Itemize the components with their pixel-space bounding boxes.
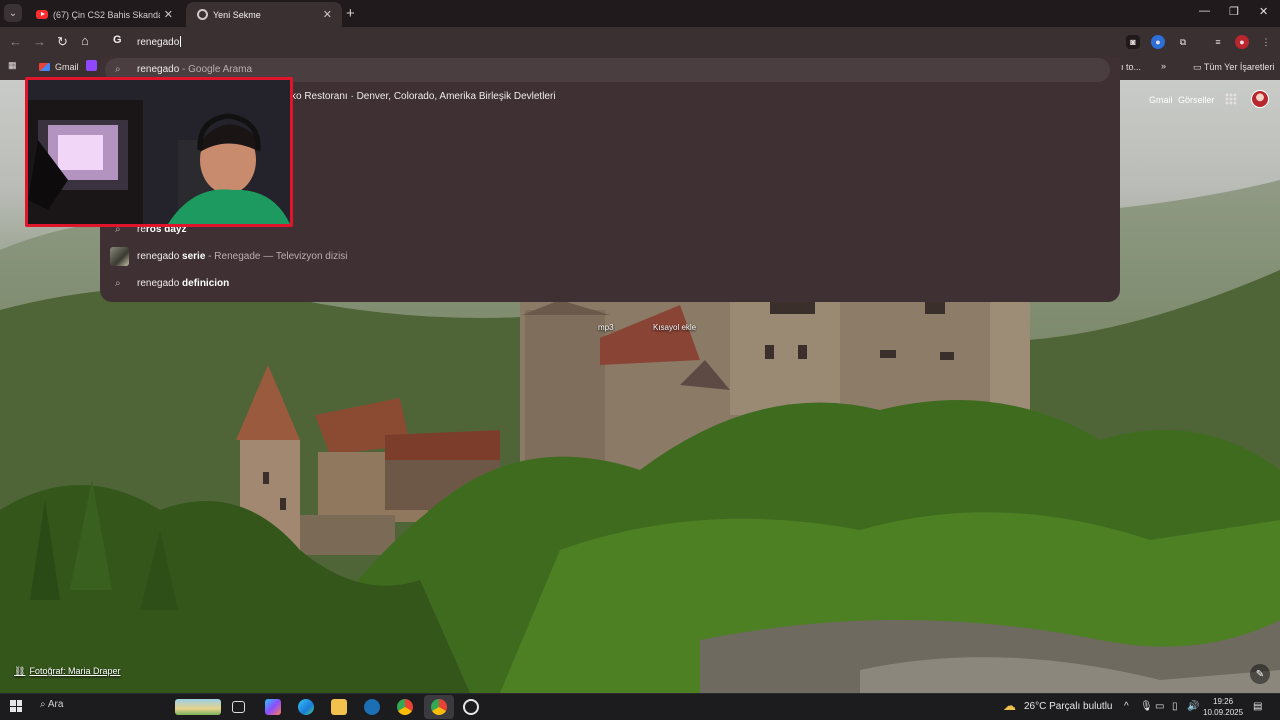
steam-icon[interactable] xyxy=(364,699,380,715)
google-apps-icon[interactable] xyxy=(1225,93,1237,105)
chrome-taskbar-icon[interactable] xyxy=(397,699,413,715)
chevron-up-icon[interactable]: ^ xyxy=(1124,701,1129,712)
apps-grid-icon[interactable]: ▦ xyxy=(8,60,17,71)
weather-icon: ☁ xyxy=(1003,698,1016,713)
tab-youtube[interactable]: (67) Çin CS2 Bahis Skandalı! Ma ✕ xyxy=(26,2,183,27)
ntp-images-link[interactable]: Görseller xyxy=(1178,95,1215,105)
search-icon: ⌕ xyxy=(40,699,48,710)
clock[interactable]: 19:26 10.09.2025 xyxy=(1203,696,1243,718)
double-chevron-icon[interactable]: » xyxy=(1161,61,1166,71)
extension-blue-icon[interactable]: ● xyxy=(1151,35,1165,49)
new-tab-plus-icon[interactable]: + xyxy=(346,5,355,22)
youtube-icon xyxy=(36,9,48,21)
address-bar-input[interactable]: renegado xyxy=(137,36,182,48)
puzzle-icon[interactable]: ⧉ xyxy=(1176,35,1190,49)
forward-arrow-icon[interactable]: → xyxy=(33,34,46,49)
search-highlight-image[interactable] xyxy=(175,699,221,715)
taskbar-search[interactable]: ⌕ Ara xyxy=(40,699,63,710)
network-icon[interactable]: ▭ xyxy=(1155,701,1164,712)
shortcut-mp3[interactable]: mp3 xyxy=(598,323,614,332)
notification-icon[interactable]: ▤ xyxy=(1253,701,1262,712)
record-app-icon[interactable] xyxy=(463,699,479,715)
bookmark-overflow-item[interactable]: ı to... xyxy=(1121,62,1141,72)
suggestion-place-item[interactable]: ko Restoranı · Denver, Colorado, Amerika… xyxy=(291,91,556,102)
edit-pencil-icon[interactable]: ✎ xyxy=(1250,664,1270,684)
home-icon[interactable]: ⌂ xyxy=(81,33,89,48)
shortcut-add[interactable]: Kısayol ekle xyxy=(653,323,696,332)
task-view-icon[interactable] xyxy=(232,701,245,713)
back-arrow-icon[interactable]: ← xyxy=(9,34,22,49)
bookmark-gmail[interactable]: Gmail xyxy=(39,62,79,72)
folder-icon: ▭ xyxy=(1193,62,1204,72)
all-bookmarks-button[interactable]: ▭ Tüm Yer İşaretleri xyxy=(1193,62,1274,73)
google-g-icon: G xyxy=(113,34,122,46)
volume-icon[interactable]: 🔊 xyxy=(1187,701,1199,712)
ntp-gmail-link[interactable]: Gmail xyxy=(1149,95,1173,105)
toolbar xyxy=(0,27,1280,57)
tab-title: (67) Çin CS2 Bahis Skandalı! Ma xyxy=(53,9,160,20)
minimize-icon[interactable]: — xyxy=(1199,5,1210,17)
profile-avatar-icon[interactable]: ● xyxy=(1235,35,1249,49)
photo-credit-link[interactable]: ⛓ Fotoğraf: Maria Draper xyxy=(14,666,120,677)
chrome-icon xyxy=(196,9,208,21)
link-icon: ⛓ xyxy=(14,666,26,676)
file-explorer-icon[interactable] xyxy=(331,699,347,715)
tab-search-button[interactable]: ⌄ xyxy=(4,4,22,22)
close-icon[interactable]: ✕ xyxy=(164,8,173,21)
battery-icon[interactable]: ▯ xyxy=(1172,701,1178,712)
kebab-menu-icon[interactable]: ⋮ xyxy=(1259,35,1273,49)
window-close-icon[interactable]: ✕ xyxy=(1259,5,1268,18)
chevron-down-icon: ⌄ xyxy=(8,7,18,19)
restore-icon[interactable]: ❐ xyxy=(1229,5,1239,18)
edge-icon[interactable] xyxy=(298,699,314,715)
extension-icon[interactable]: ◙ xyxy=(1126,35,1140,49)
search-icon: ⌕ xyxy=(115,64,121,75)
text-caret xyxy=(180,36,182,47)
gmail-icon xyxy=(39,63,50,71)
windows-start-icon[interactable] xyxy=(10,700,22,712)
microphone-icon[interactable]: 🎙 xyxy=(1140,701,1153,712)
search-icon: ⌕ xyxy=(115,278,121,289)
twitch-icon[interactable] xyxy=(86,60,97,71)
tab-title: Yeni Sekme xyxy=(213,9,261,20)
reload-icon[interactable]: ↻ xyxy=(57,34,68,50)
weather-text[interactable]: 26°C Parçalı bulutlu xyxy=(1024,701,1113,712)
tab-new-tab[interactable]: Yeni Sekme ✕ xyxy=(186,2,342,27)
webcam-overlay xyxy=(25,77,293,227)
suggestion-entity-item[interactable]: renegado serie - Renegade — Televizyon d… xyxy=(137,251,348,262)
account-avatar[interactable] xyxy=(1251,90,1269,108)
suggestion-item[interactable]: renegado - Google Arama xyxy=(137,64,252,75)
close-icon[interactable]: ✕ xyxy=(323,8,332,21)
suggestion-item[interactable]: renegado definicion xyxy=(137,278,229,289)
media-queue-icon[interactable]: ≡ xyxy=(1211,35,1225,49)
copilot-icon[interactable] xyxy=(265,699,281,715)
suggestion-thumbnail xyxy=(110,247,129,266)
chrome-profile-taskbar-icon[interactable] xyxy=(431,699,447,715)
